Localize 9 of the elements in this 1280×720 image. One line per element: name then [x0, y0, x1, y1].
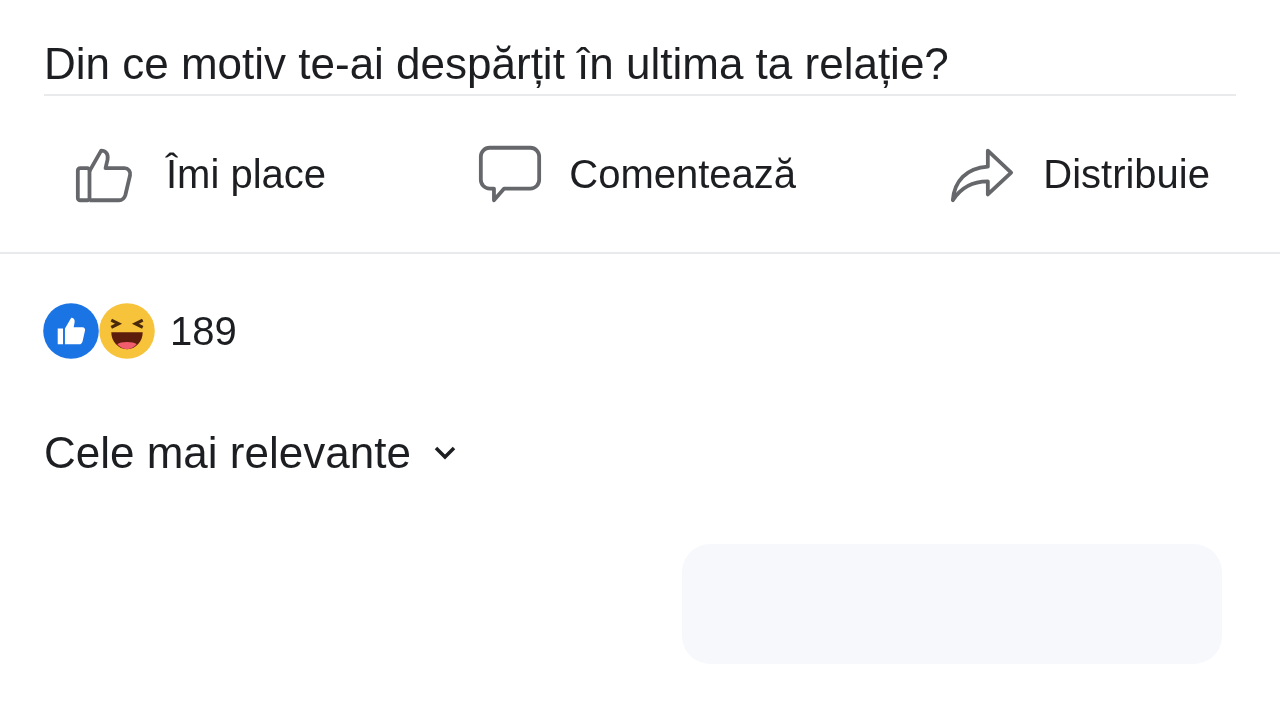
- laughing-face-icon: [98, 302, 156, 360]
- like-button[interactable]: Îmi place: [72, 139, 327, 209]
- post-text: Din ce motiv te-ai despărțit în ultima ta relație?: [43, 38, 950, 90]
- share-button[interactable]: Distribuie: [945, 139, 1210, 209]
- reaction-count: 189: [170, 308, 237, 354]
- sort-dropdown[interactable]: Cele mai relevante: [44, 428, 457, 478]
- thumbs-up-icon: [42, 302, 100, 360]
- chevron-down-icon: [432, 445, 457, 461]
- comment-button[interactable]: Comentează: [475, 139, 797, 209]
